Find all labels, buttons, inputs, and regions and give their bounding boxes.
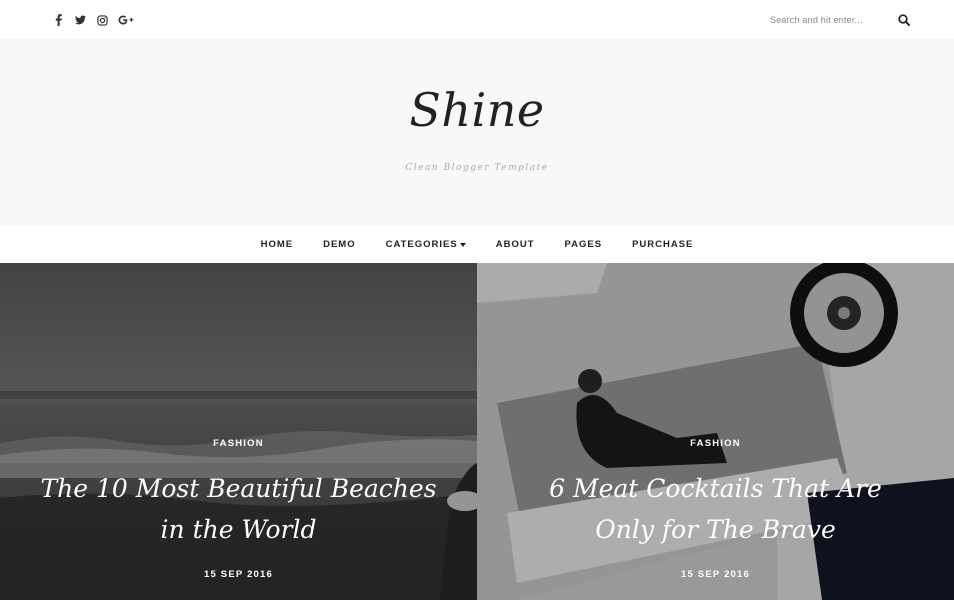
- search-icon[interactable]: [898, 13, 912, 27]
- site-header: Shine Clean Blogger Template: [0, 39, 954, 226]
- post-category[interactable]: FASHION: [0, 438, 477, 449]
- nav-item-label: PURCHASE: [632, 239, 694, 250]
- twitter-icon[interactable]: [74, 13, 86, 27]
- nav-item-label: ABOUT: [495, 239, 535, 250]
- google-plus-icon[interactable]: [118, 13, 134, 27]
- nav-item-purchase[interactable]: PURCHASE: [617, 239, 708, 250]
- nav-item-about[interactable]: ABOUT: [481, 239, 550, 250]
- main-nav: HOME DEMO CATEGORIES ABOUT PAGES PURCHAS…: [0, 226, 954, 263]
- nav-item-pages[interactable]: PAGES: [550, 239, 618, 250]
- post-title[interactable]: The 10 Most Beautiful Beaches in the Wor…: [40, 468, 437, 550]
- top-bar: [0, 0, 954, 39]
- post-date: 15 SEP 2016: [203, 569, 274, 580]
- nav-item-label: PAGES: [564, 239, 603, 250]
- nav-item-label: CATEGORIES: [385, 239, 458, 250]
- search-box: [770, 10, 912, 30]
- social-links: [52, 13, 134, 27]
- facebook-icon[interactable]: [52, 13, 64, 27]
- site-title[interactable]: Shine: [0, 83, 954, 137]
- caret-down-icon: [459, 242, 466, 247]
- featured-slider: FASHION The 10 Most Beautiful Beaches in…: [0, 263, 954, 600]
- post-title[interactable]: 6 Meat Cocktails That Are Only for The B…: [517, 468, 914, 550]
- nav-item-demo[interactable]: DEMO: [308, 239, 371, 250]
- instagram-icon[interactable]: [96, 13, 108, 27]
- site-tagline: Clean Blogger Template: [405, 163, 549, 173]
- nav-item-categories[interactable]: CATEGORIES: [371, 239, 481, 250]
- nav-item-home[interactable]: HOME: [246, 239, 309, 250]
- post-date: 15 SEP 2016: [680, 569, 751, 580]
- featured-post[interactable]: FASHION 6 Meat Cocktails That Are Only f…: [477, 263, 954, 600]
- nav-item-label: HOME: [260, 239, 294, 250]
- search-input[interactable]: [770, 15, 890, 25]
- featured-post[interactable]: FASHION The 10 Most Beautiful Beaches in…: [0, 263, 477, 600]
- nav-item-label: DEMO: [323, 239, 356, 250]
- post-category[interactable]: FASHION: [477, 438, 954, 449]
